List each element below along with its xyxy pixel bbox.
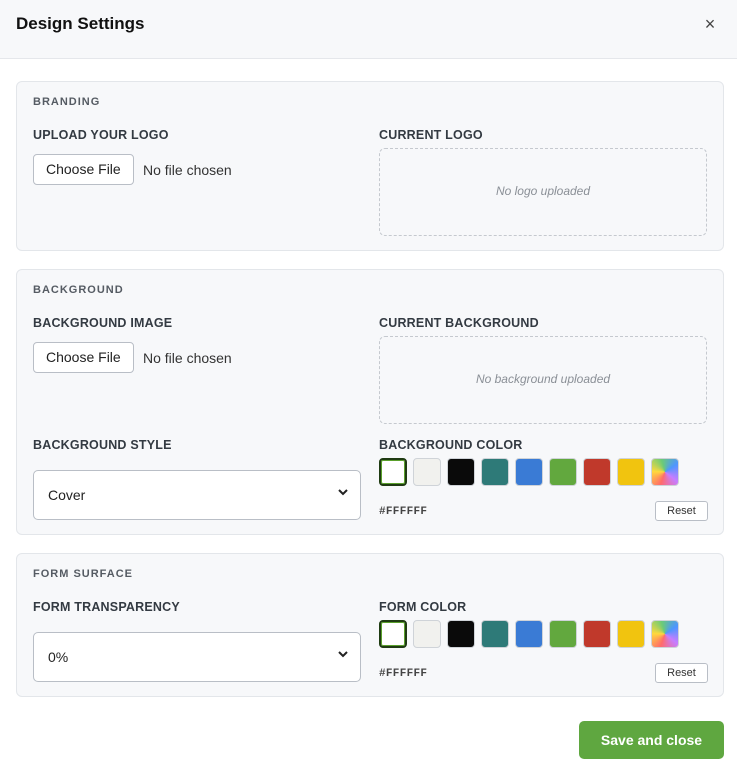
swatch-black[interactable] — [447, 458, 475, 486]
background-style-value: Cover — [48, 487, 86, 503]
form-hex-value: #FFFFFF — [379, 668, 428, 680]
close-icon[interactable]: × — [700, 14, 720, 34]
background-reset-button[interactable]: Reset — [655, 501, 708, 521]
background-placeholder: No background uploaded — [475, 372, 611, 386]
swatch-custom-rainbow[interactable] — [651, 458, 679, 486]
current-background-label: CURRENT BACKGROUND — [379, 316, 539, 330]
chevron-down-icon — [338, 489, 348, 496]
swatch-black[interactable] — [447, 620, 475, 648]
section-title-branding: BRANDING — [33, 96, 101, 108]
choose-background-file-button[interactable]: Choose File — [33, 342, 134, 373]
save-and-close-button[interactable]: Save and close — [579, 721, 724, 759]
section-title-form-surface: FORM SURFACE — [33, 568, 133, 580]
swatch-green[interactable] — [549, 620, 577, 648]
section-title-background: BACKGROUND — [33, 284, 124, 296]
swatch-off-white[interactable] — [413, 458, 441, 486]
form-reset-button[interactable]: Reset — [655, 663, 708, 683]
swatch-white[interactable] — [379, 620, 407, 648]
current-logo-label: CURRENT LOGO — [379, 128, 483, 142]
background-section: BACKGROUND BACKGROUND IMAGE Choose File … — [16, 269, 724, 535]
form-transparency-value: 0% — [48, 649, 69, 665]
swatch-yellow[interactable] — [617, 458, 645, 486]
background-hex-value: #FFFFFF — [379, 506, 428, 518]
dialog-header: Design Settings × — [0, 0, 737, 59]
form-transparency-label: FORM TRANSPARENCY — [33, 600, 180, 614]
dialog-title: Design Settings — [16, 14, 145, 33]
form-color-label: FORM COLOR — [379, 600, 467, 614]
swatch-blue[interactable] — [515, 620, 543, 648]
background-style-select[interactable]: Cover — [33, 470, 361, 520]
swatch-custom-rainbow[interactable] — [651, 620, 679, 648]
logo-file-status: No file chosen — [143, 162, 232, 178]
swatch-blue[interactable] — [515, 458, 543, 486]
branding-section: BRANDING UPLOAD YOUR LOGO Choose File No… — [16, 81, 724, 251]
upload-logo-label: UPLOAD YOUR LOGO — [33, 128, 169, 142]
background-file-status: No file chosen — [143, 350, 232, 366]
background-style-label: BACKGROUND STYLE — [33, 438, 172, 452]
swatch-red[interactable] — [583, 620, 611, 648]
swatch-teal[interactable] — [481, 620, 509, 648]
background-image-label: BACKGROUND IMAGE — [33, 316, 173, 330]
swatch-teal[interactable] — [481, 458, 509, 486]
form-transparency-select[interactable]: 0% — [33, 632, 361, 682]
swatch-yellow[interactable] — [617, 620, 645, 648]
chevron-down-icon — [338, 651, 348, 658]
background-preview: No background uploaded — [379, 336, 707, 424]
form-surface-section: FORM SURFACE FORM TRANSPARENCY 0% FORM C… — [16, 553, 724, 697]
logo-preview: No logo uploaded — [379, 148, 707, 236]
swatch-red[interactable] — [583, 458, 611, 486]
swatch-white[interactable] — [379, 458, 407, 486]
logo-placeholder: No logo uploaded — [495, 184, 591, 198]
choose-logo-file-button[interactable]: Choose File — [33, 154, 134, 185]
swatch-off-white[interactable] — [413, 620, 441, 648]
background-color-label: BACKGROUND COLOR — [379, 438, 523, 452]
swatch-green[interactable] — [549, 458, 577, 486]
